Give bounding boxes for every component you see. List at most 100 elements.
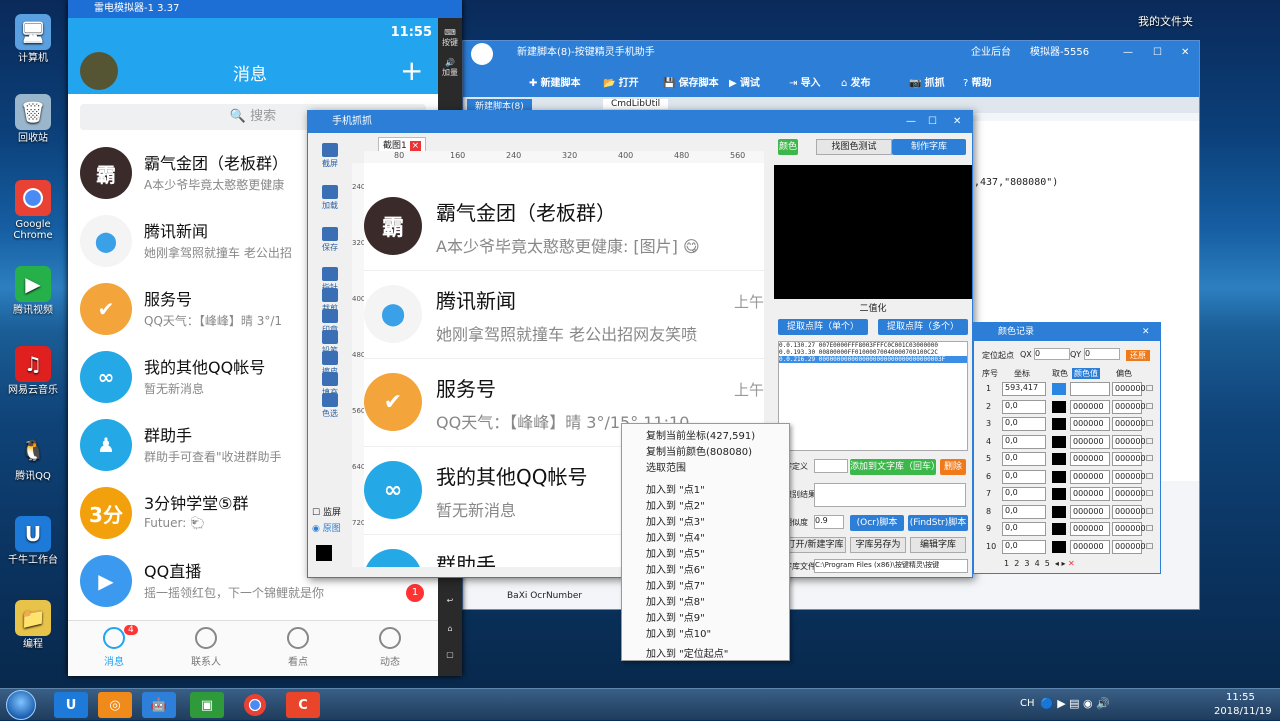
taskbar-robot-icon[interactable]: 🤖	[142, 692, 176, 718]
define-input[interactable]	[814, 459, 848, 473]
taskbar-helper-icon[interactable]: ◎	[98, 692, 132, 718]
tab-cmdlibutil[interactable]: CmdLibUtil	[603, 99, 669, 109]
dot-matrix-list[interactable]: 0.0.130.27 007E0000FFF8003FFFC0C001C0300…	[778, 341, 968, 451]
taskbar-game-icon[interactable]: ▣	[190, 692, 224, 718]
home-icon[interactable]: ⌂	[438, 624, 462, 633]
ime-indicator[interactable]: CH	[1020, 698, 1035, 709]
taskbar-chrome-icon[interactable]	[238, 692, 272, 718]
volume-icon[interactable]: 🔊 加量	[438, 58, 462, 78]
maximize-icon[interactable]: ☐	[1153, 41, 1162, 65]
taskbar-qianniu-icon[interactable]: U	[54, 692, 88, 718]
minimize-icon[interactable]: —	[1123, 41, 1133, 65]
publish-button[interactable]: ⌂ 发布	[841, 74, 871, 89]
tab-moments[interactable]: 动态	[360, 627, 420, 668]
keyboard-icon[interactable]: ⌨ 按键	[438, 28, 462, 48]
tab-find-color[interactable]: 找图色测试	[816, 139, 892, 155]
import-button[interactable]: ⇥ 导入	[789, 74, 821, 89]
edit-lib-button[interactable]: 编辑字库	[910, 537, 966, 553]
tab-watch[interactable]: 看点	[268, 627, 328, 668]
open-lib-button[interactable]: 打开/新建字库	[784, 537, 846, 553]
context-menu-item[interactable]: 加入到 "点2"	[646, 497, 705, 512]
findstr-script-button[interactable]: (FindStr)脚本	[908, 515, 968, 531]
extract-one-button[interactable]: 提取点阵（单个）	[778, 319, 868, 335]
taskbar-c-icon[interactable]: C	[286, 692, 320, 718]
tool-9[interactable]: 色选	[308, 393, 352, 419]
capture-button[interactable]: 📷 抓抓	[909, 74, 945, 89]
color-row[interactable]: 8 0,0 000000 000000 ☐	[974, 504, 1160, 521]
context-menu-item[interactable]: 加入到 "点5"	[646, 545, 705, 560]
clock-time[interactable]: 11:55	[1226, 692, 1255, 703]
context-menu-item[interactable]: 加入到 "点4"	[646, 529, 705, 544]
context-menu-item[interactable]: 加入到 "点3"	[646, 513, 705, 528]
qy-input[interactable]: 0	[1084, 348, 1120, 360]
tool-0[interactable]: 截屏	[308, 143, 352, 169]
recent-apps-icon[interactable]: ▢	[438, 650, 462, 659]
save-as-button[interactable]: 字库另存为	[850, 537, 906, 553]
monitor-checkbox[interactable]: ☐ 监屏	[312, 505, 341, 518]
desktop-icon-recycle[interactable]: 🗑 回收站	[6, 94, 60, 144]
save-script-button[interactable]: 💾 保存脚本	[663, 74, 719, 89]
context-menu-item[interactable]: 复制当前坐标(427,591)	[646, 427, 755, 442]
new-script-button[interactable]: ✚ 新建脚本	[529, 74, 581, 89]
open-button[interactable]: 📂 打开	[603, 74, 639, 89]
plus-icon[interactable]: +	[400, 54, 423, 87]
clock-date[interactable]: 2018/11/19	[1214, 706, 1272, 717]
tool-2[interactable]: 保存	[308, 227, 352, 253]
extract-many-button[interactable]: 提取点阵（多个）	[878, 319, 968, 335]
context-menu-item[interactable]: 复制当前颜色(808080)	[646, 443, 752, 458]
desktop-icon-netease-music[interactable]: ♫ 网易云音乐	[6, 346, 60, 396]
debug-button[interactable]: ▶ 调试	[729, 74, 760, 89]
tab-screenshot[interactable]: 截图1 ×	[378, 137, 427, 152]
lib-path-input[interactable]: C:\Program Files (x86)\按键精灵\按键	[814, 559, 968, 573]
close-icon[interactable]: ✕	[1181, 41, 1189, 65]
desktop-icon-tencent-video[interactable]: ▶ 腾讯视频	[6, 266, 60, 316]
color-row[interactable]: 10 0,0 000000 000000 ☐	[974, 539, 1160, 556]
ocr-script-button[interactable]: (Ocr)脚本	[850, 515, 904, 531]
reset-button[interactable]: 还原	[1126, 350, 1150, 361]
start-button[interactable]	[6, 690, 36, 720]
desktop-icon-qq[interactable]: 🐧 腾讯QQ	[6, 432, 60, 483]
enterprise-link[interactable]: 企业后台	[971, 41, 1011, 65]
tab-make-font[interactable]: 制作字库	[892, 139, 966, 155]
my-folder-label[interactable]: 我的文件夹	[1138, 13, 1193, 29]
maximize-icon[interactable]: ☐	[928, 111, 937, 133]
color-row[interactable]: 6 0,0 000000 000000 ☐	[974, 469, 1160, 486]
color-row[interactable]: 9 0,0 000000 000000 ☐	[974, 521, 1160, 538]
context-menu-item[interactable]: 加入到 "定位起点"	[646, 645, 728, 660]
desktop-icon-computer[interactable]: 🖥 计算机	[6, 14, 60, 64]
color-row[interactable]: 5 0,0 000000 000000 ☐	[974, 451, 1160, 468]
simulator-select[interactable]: 模拟器-5556	[1030, 41, 1089, 65]
delete-button[interactable]: 删除	[940, 459, 966, 475]
tool-1[interactable]: 加载	[308, 185, 352, 211]
help-button[interactable]: ? 帮助	[963, 74, 992, 89]
context-menu-item[interactable]: 选取范围	[646, 459, 686, 474]
avatar[interactable]	[80, 52, 118, 90]
context-menu-item[interactable]: 加入到 "点1"	[646, 481, 705, 496]
context-menu-item[interactable]: 加入到 "点8"	[646, 593, 705, 608]
tray-icons[interactable]: 🔵 ▶ ▤ ◉ 🔊	[1040, 697, 1110, 710]
back-icon[interactable]: ↩	[438, 596, 462, 605]
qx-input[interactable]: 0	[1034, 348, 1070, 360]
pagination[interactable]: 1 2 3 4 5 ◂ ▸ ✕	[1004, 559, 1075, 568]
add-to-lib-button[interactable]: 添加到文字库（回车）	[850, 459, 940, 475]
original-radio[interactable]: ◉ 原图	[312, 521, 341, 534]
tab-contacts[interactable]: 联系人	[176, 627, 236, 668]
color-row[interactable]: 7 0,0 000000 000000 ☐	[974, 486, 1160, 503]
desktop-icon-programming[interactable]: 📁 编程	[6, 600, 60, 650]
desktop-icon-qianniu[interactable]: U 千牛工作台	[6, 516, 60, 566]
desktop-icon-chrome[interactable]: Google Chrome	[6, 180, 60, 241]
context-menu-item[interactable]: 加入到 "点7"	[646, 577, 705, 592]
minimize-icon[interactable]: —	[906, 111, 916, 133]
color-row[interactable]: 3 0,0 000000 000000 ☐	[974, 416, 1160, 433]
close-icon[interactable]: ✕	[953, 111, 961, 133]
color-row[interactable]: 4 0,0 000000 000000 ☐	[974, 434, 1160, 451]
color-row[interactable]: 2 0,0 000000 000000 ☐	[974, 399, 1160, 416]
context-menu-item[interactable]: 加入到 "点6"	[646, 561, 705, 576]
close-icon[interactable]: ✕	[1142, 323, 1150, 341]
result-box[interactable]	[814, 483, 966, 507]
context-menu-item[interactable]: 加入到 "点10"	[646, 625, 711, 640]
color-row[interactable]: 1 593,417 000000 ☐	[974, 381, 1160, 398]
color-button[interactable]: 颜色	[778, 139, 798, 155]
similarity-input[interactable]: 0.9	[814, 515, 844, 529]
context-menu-item[interactable]: 加入到 "点9"	[646, 609, 705, 624]
